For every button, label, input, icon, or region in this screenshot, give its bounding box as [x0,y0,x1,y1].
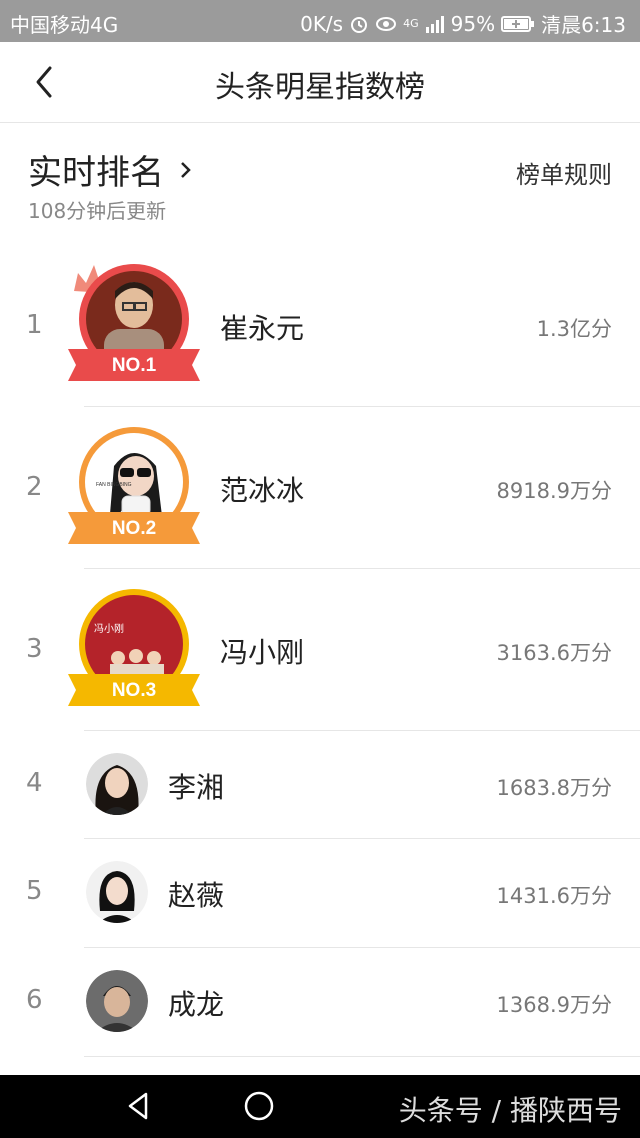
star-name: 崔永元 [220,312,305,345]
film-title-text: 冯小刚 [94,623,124,635]
rank-number: 6 [26,985,43,1015]
badge-no3: NO.3 [112,680,156,701]
avatar-cuiyongyuan: NO.1 [68,264,200,381]
avatar-fengxiaogang: 冯小刚 NO.3 [68,589,200,706]
avatar-fanbingbing: FAN BINGBING NO.2 [68,427,200,544]
star-name: 成龙 [168,988,225,1021]
badge-no2: NO.2 [112,518,156,539]
score: 1683.8万分 [496,776,612,800]
rank-number: 2 [26,472,43,502]
list-item-rank-5[interactable]: 5 赵薇 1431.6万分 [0,840,640,948]
watermark: 头条号 / 播陕西号 [398,1094,622,1127]
fan-bingbing-text: FAN BINGBING [96,482,132,488]
page-title: 头条明星指数榜 [215,70,425,105]
nav-bar: 头条明星指数榜 [0,42,640,123]
list-item-rank-6[interactable]: 6 成龙 1368.9万分 [0,949,640,1057]
realtime-ranking-link[interactable]: 实时排名 [28,145,198,194]
rank-number: 5 [26,876,43,906]
rank-number: 4 [26,768,43,798]
divider [84,406,640,407]
net-speed: 0K/s [300,11,344,36]
star-name: 赵薇 [168,879,225,912]
eye-icon [376,16,397,31]
back-triangle-icon[interactable] [122,1089,156,1123]
network-type: 4G [403,17,419,30]
list-item-rank-4[interactable]: 4 李湘 1683.8万分 [0,732,640,839]
system-nav-bar: 头条号 / 播陕西号 [0,1075,640,1138]
divider [84,838,640,839]
update-countdown: 108分钟后更新 [28,199,167,223]
divider [84,730,640,731]
battery-icon [501,15,535,32]
rank-number: 3 [26,634,43,664]
score: 1368.9万分 [496,993,612,1017]
chevron-right-icon [181,161,191,178]
section-header: 实时排名 108分钟后更新 榜单规则 [28,145,612,225]
carrier-label: 中国移动4G [10,13,119,37]
score: 1.3亿分 [536,317,612,341]
score: 1431.6万分 [496,884,612,908]
signal-icon [425,15,444,33]
divider [84,568,640,569]
ranking-rules-link[interactable]: 榜单规则 [516,155,612,190]
status-bar: 中国移动4G 0K/s 4G 95% 清晨6:13 [0,0,640,42]
alarm-icon [351,16,368,33]
star-name: 冯小刚 [220,636,305,669]
avatar-lixiang [86,753,148,815]
clock: 清晨6:13 [541,13,626,37]
star-name: 李湘 [168,771,225,804]
section-title: 实时排名 [28,153,164,193]
badge-no1: NO.1 [112,355,157,376]
rank-number: 1 [26,310,43,340]
divider [84,947,640,948]
score: 8918.9万分 [496,479,612,503]
list-item-rank-1[interactable]: 1 NO.1 崔永元 1.3亿分 [0,255,640,407]
avatar-zhaowei [86,861,148,923]
star-name: 范冰冰 [220,474,305,507]
home-circle-icon[interactable] [242,1089,276,1123]
battery-percent: 95% [450,11,496,36]
score: 3163.6万分 [496,641,612,665]
avatar-chenglong [86,970,148,1032]
list-item-rank-3[interactable]: 3 冯小刚 NO.3 冯小刚 3163.6万分 [0,570,640,731]
status-right: 0K/s 4G 95% 清晨6:13 [300,9,626,38]
divider [84,1056,640,1057]
list-item-rank-2[interactable]: 2 FAN BINGBING NO.2 范冰冰 8918.9万分 [0,408,640,569]
